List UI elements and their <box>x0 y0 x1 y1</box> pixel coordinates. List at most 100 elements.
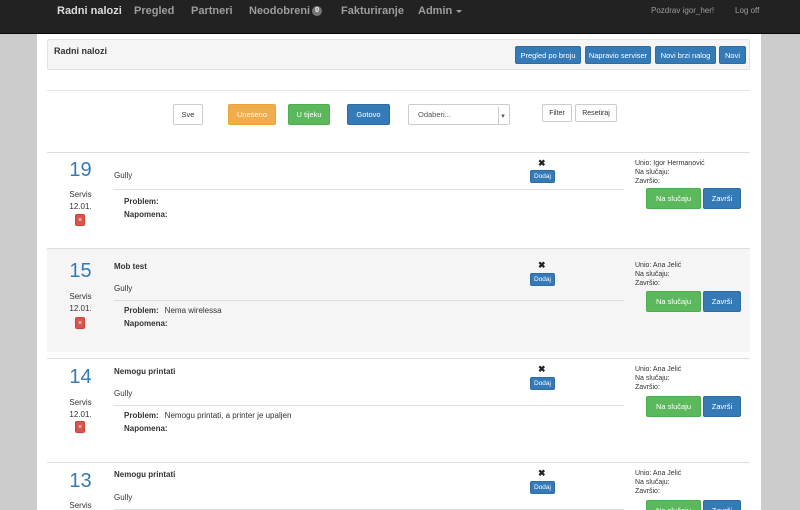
order-date: 12.01. <box>69 410 92 419</box>
finished-label: Završio: <box>635 178 660 185</box>
order-title: Nemogu printati <box>114 367 176 376</box>
joined-row: Unio: Igor Hermanović <box>635 159 705 168</box>
user-greeting[interactable]: Pozdrav igor_her! <box>651 6 714 16</box>
joined-label: Unio: <box>635 470 652 477</box>
nav-neodobreni-label: Neodobreni <box>249 5 311 17</box>
on-case-button[interactable]: Na slučaju <box>646 500 701 510</box>
order-note: Napomena: <box>124 319 168 328</box>
row-divider <box>114 405 624 406</box>
close-icon[interactable]: ✖ <box>538 158 546 169</box>
order-client: Gully <box>114 284 133 293</box>
nav-partneri[interactable]: Partneri <box>191 5 233 17</box>
order-type: Servis <box>69 398 92 407</box>
finish-button[interactable]: Završi <box>703 500 741 510</box>
joined-row: Unio: Ana Jelić <box>635 469 681 478</box>
novi-brzi-nalog-button[interactable]: Novi brzi nalog <box>655 46 716 64</box>
order-number[interactable]: 14 <box>58 366 103 388</box>
reset-button[interactable]: Resetiraj <box>575 104 617 122</box>
order-date: 12.01. <box>69 304 92 313</box>
finish-button[interactable]: Završi <box>703 188 741 209</box>
note-label: Napomena: <box>124 424 168 433</box>
nav-neodobreni[interactable]: Neodobreni 0 <box>249 5 323 17</box>
nav-radni-nalozi[interactable]: Radni nalozi <box>57 5 122 17</box>
problem-text: Nema wirelessa <box>164 306 222 315</box>
problem-text: Nemogu printati, a printer je upaljen <box>164 411 292 420</box>
order-card: 14 Servis 12.01. × Nemogu printati Gully… <box>47 358 750 456</box>
order-problem: Problem: Nema wirelessa <box>124 306 222 315</box>
order-card: 19 Servis 12.01. × Gully Problem: Napome… <box>47 152 750 248</box>
joined-label: Unio: <box>635 160 652 167</box>
order-number[interactable]: 13 <box>58 470 103 492</box>
napravio-serviser-button[interactable]: Napravio serviser <box>585 46 651 64</box>
filter-button[interactable]: Filter <box>542 104 572 122</box>
joined-row: Unio: Ana Jelić <box>635 365 681 374</box>
order-note: Napomena: <box>124 210 168 219</box>
dodaj-button[interactable]: Dodaj <box>530 481 555 494</box>
joined-by: Ana Jelić <box>652 366 682 373</box>
close-icon[interactable]: ✖ <box>538 364 546 375</box>
finish-button[interactable]: Završi <box>703 396 741 417</box>
order-client: Gully <box>114 171 133 180</box>
header-panel: Radni nalozi Pregled po broju Napravio s… <box>47 39 750 70</box>
on-case-label: Na slučaju: <box>635 479 670 486</box>
filter-in-progress-button[interactable]: U tijeku <box>288 104 330 125</box>
nav-fakturiranje[interactable]: Fakturiranje <box>341 5 404 17</box>
joined-label: Unio: <box>635 366 652 373</box>
row-divider <box>114 300 624 301</box>
finished-label: Završio: <box>635 280 660 287</box>
finished-label: Završio: <box>635 488 660 495</box>
order-title: Mob test <box>114 262 147 271</box>
on-case-button[interactable]: Na slučaju <box>646 188 701 209</box>
order-number[interactable]: 15 <box>58 260 103 282</box>
logout-link[interactable]: Log off <box>735 6 759 16</box>
top-navbar: Radni nalozi Pregled Partneri Neodobreni… <box>0 0 800 34</box>
order-card: 15 Servis 12.01. × Mob test Gully Proble… <box>47 248 750 352</box>
status-select[interactable]: Odaberi... ▾ <box>408 104 510 125</box>
order-meta: Unio: Igor Hermanović Na slučaju: Završi… <box>635 159 705 186</box>
filter-entered-button[interactable]: Uneseno <box>228 104 276 125</box>
order-type: Servis <box>69 292 92 301</box>
row-divider <box>114 189 624 190</box>
problem-label: Problem: <box>124 197 159 206</box>
filter-all-button[interactable]: Sve <box>173 104 203 125</box>
order-problem: Problem: <box>124 197 159 206</box>
on-case-button[interactable]: Na slučaju <box>646 291 701 312</box>
nav-pregled[interactable]: Pregled <box>134 5 174 17</box>
order-number[interactable]: 19 <box>58 159 103 181</box>
order-meta: Unio: Ana Jelić Na slučaju: Završio: <box>635 261 681 288</box>
note-label: Napomena: <box>124 319 168 328</box>
status-select-value: Odaberi... <box>418 110 451 119</box>
dodaj-button[interactable]: Dodaj <box>530 377 555 390</box>
on-case-label: Na slučaju: <box>635 375 670 382</box>
select-arrow-icon: ▾ <box>498 107 507 124</box>
dodaj-button[interactable]: Dodaj <box>530 170 555 183</box>
order-title: Nemogu printati <box>114 470 176 479</box>
joined-by: Ana Jelić <box>652 470 682 477</box>
joined-label: Unio: <box>635 262 652 269</box>
order-date: 12.01. <box>69 202 92 211</box>
on-case-label: Na slučaju: <box>635 271 670 278</box>
page-title: Radni nalozi <box>54 46 108 56</box>
delete-order-button[interactable]: × <box>75 421 85 433</box>
close-icon[interactable]: ✖ <box>538 260 546 271</box>
pregled-po-broju-button[interactable]: Pregled po broju <box>515 46 581 64</box>
close-icon[interactable]: ✖ <box>538 468 546 479</box>
caret-down-icon <box>456 9 463 13</box>
nav-admin-dropdown[interactable]: Admin <box>418 5 463 17</box>
dodaj-button[interactable]: Dodaj <box>530 273 555 286</box>
delete-order-button[interactable]: × <box>75 214 85 226</box>
joined-by: Igor Hermanović <box>653 160 705 167</box>
delete-order-button[interactable]: × <box>75 317 85 329</box>
finish-button[interactable]: Završi <box>703 291 741 312</box>
filter-done-button[interactable]: Gotovo <box>347 104 390 125</box>
note-label: Napomena: <box>124 210 168 219</box>
joined-row: Unio: Ana Jelić <box>635 261 681 270</box>
on-case-button[interactable]: Na slučaju <box>646 396 701 417</box>
order-meta: Unio: Ana Jelić Na slučaju: Završio: <box>635 365 681 392</box>
joined-by: Ana Jelić <box>652 262 682 269</box>
nav-admin-label: Admin <box>418 5 453 17</box>
novi-button[interactable]: Novi <box>719 46 746 64</box>
problem-label: Problem: <box>124 306 159 315</box>
order-note: Napomena: <box>124 424 168 433</box>
main-container: Radni nalozi Pregled po broju Napravio s… <box>37 34 761 510</box>
